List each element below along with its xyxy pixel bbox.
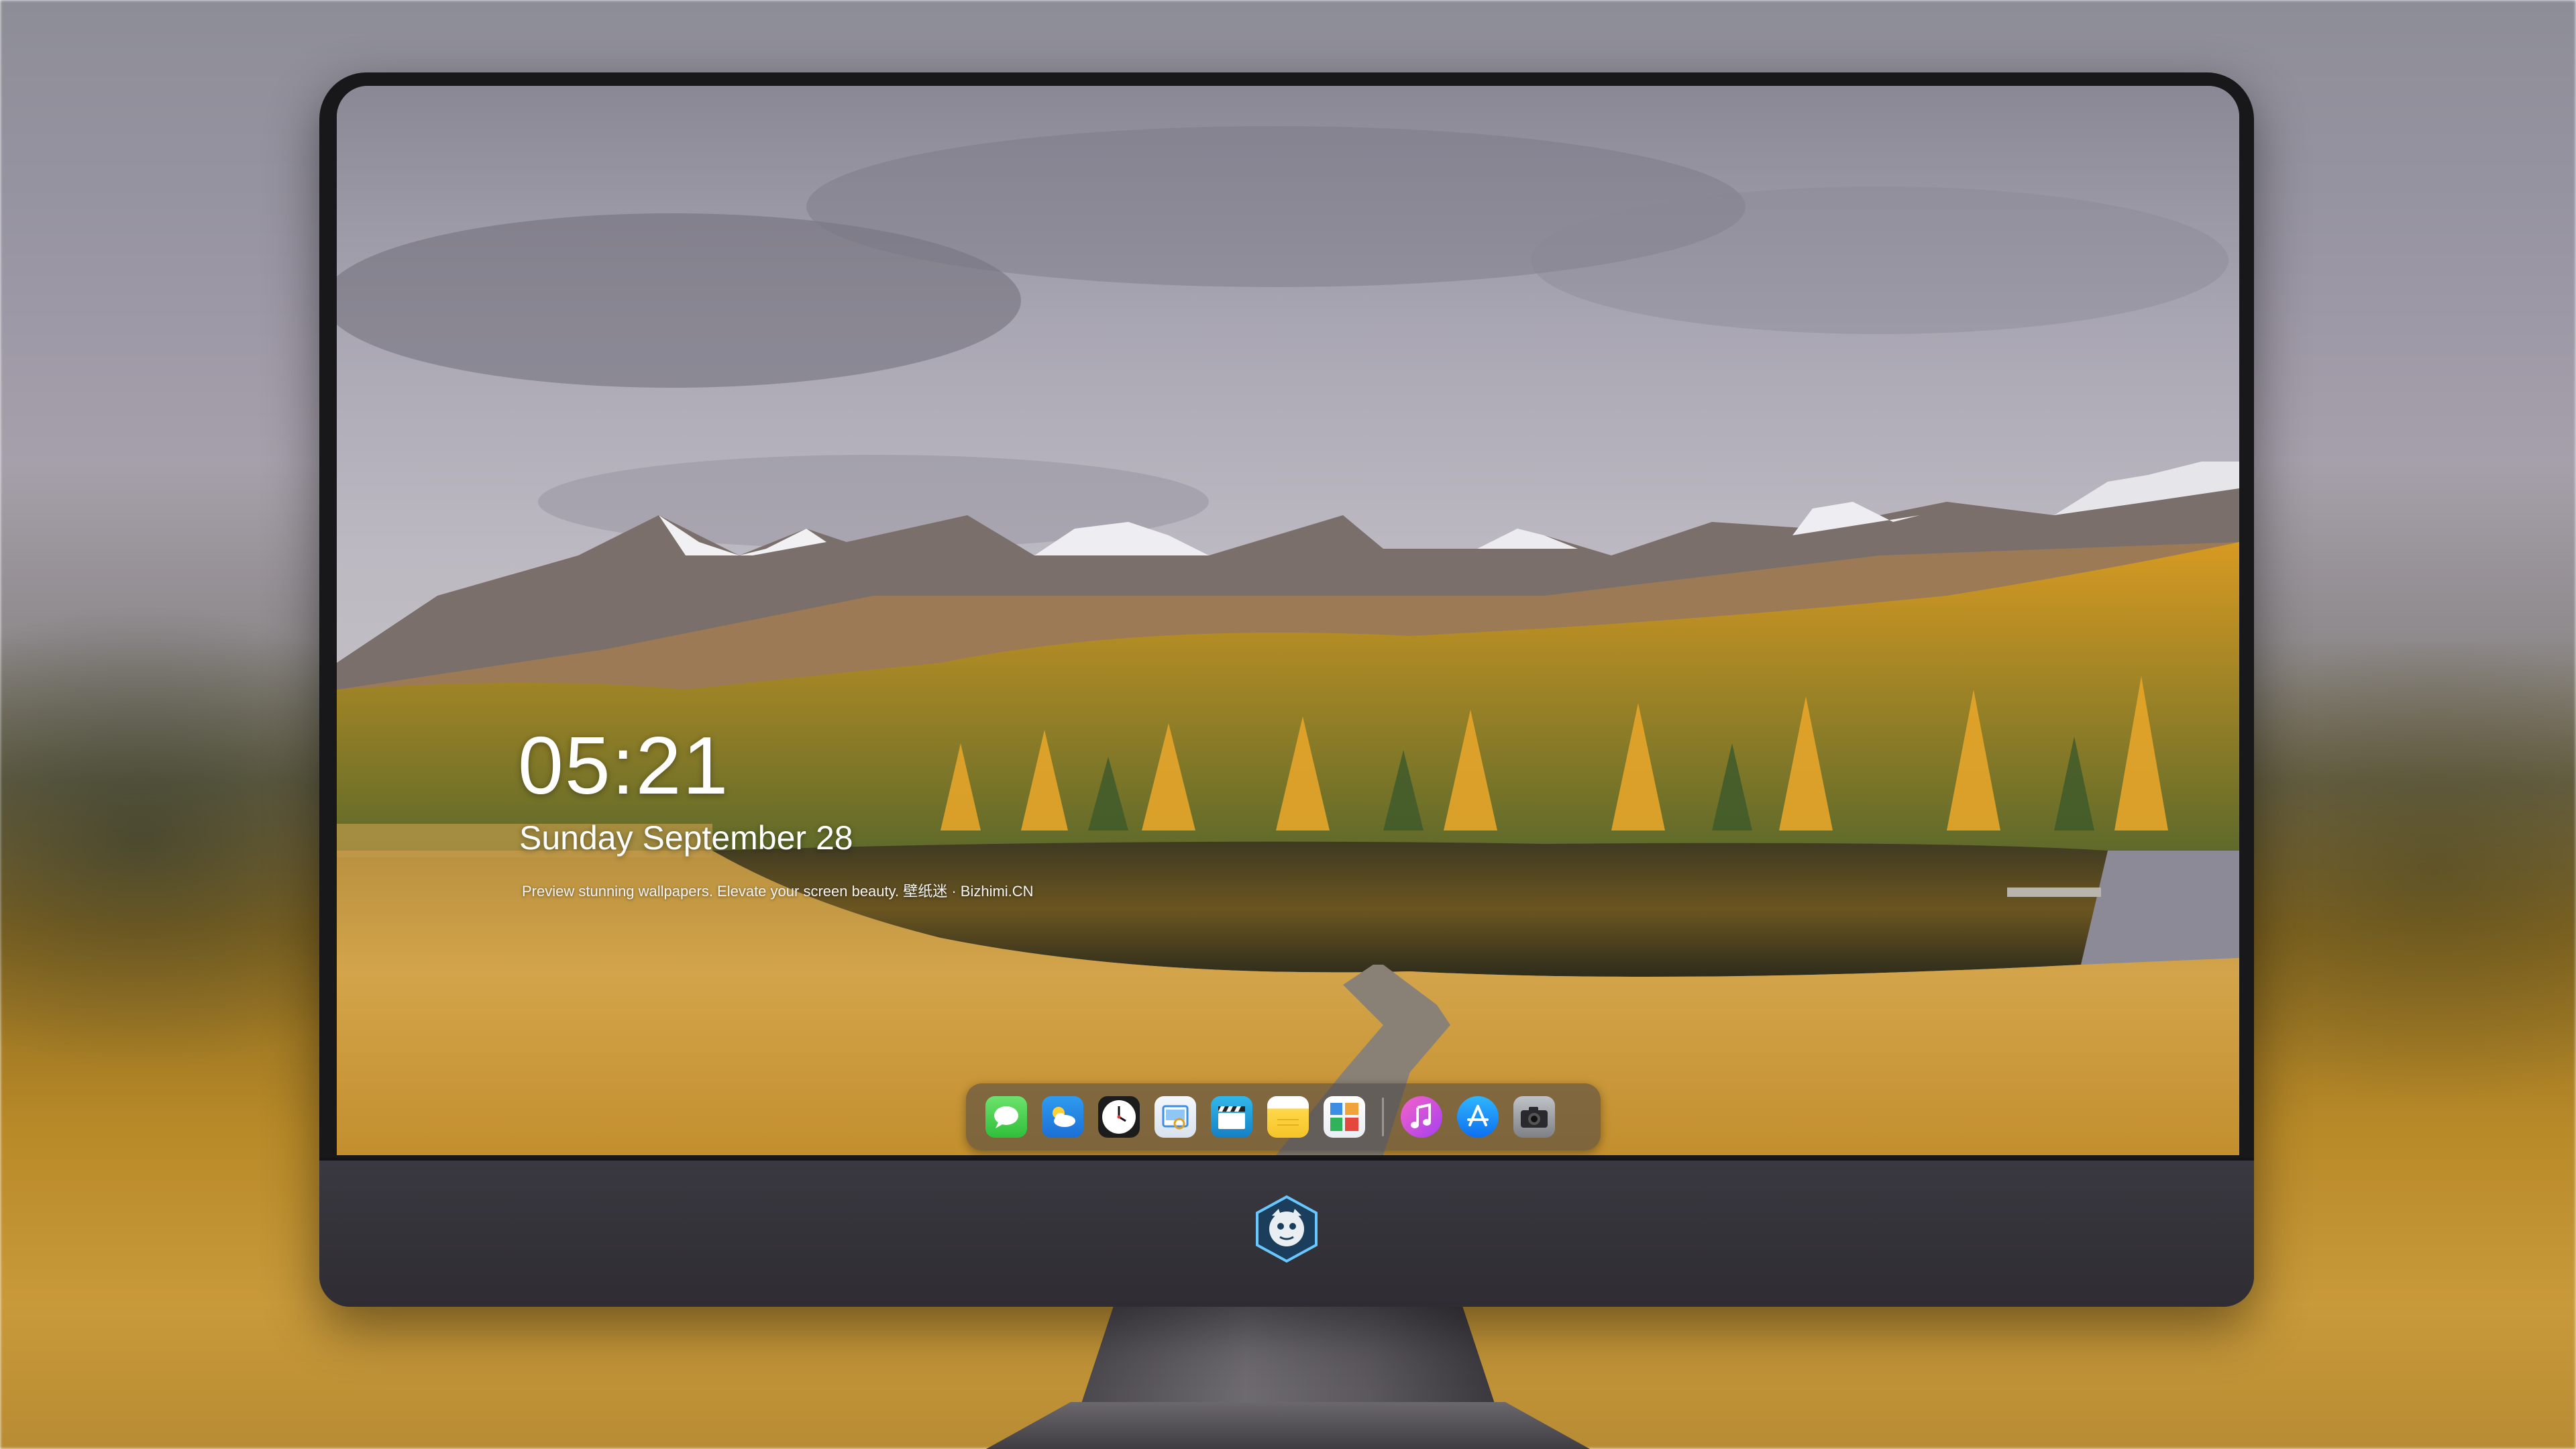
notes-icon (1277, 1119, 1299, 1126)
dock-app-camera[interactable] (1513, 1096, 1555, 1138)
lockscreen-date: Sunday September 28 (519, 819, 853, 857)
screen-lockscreen: 05:21 Sunday September 28 Preview stunni… (337, 86, 2239, 1155)
lockscreen-tagline: Preview stunning wallpapers. Elevate you… (522, 883, 1034, 900)
preview-icon (1162, 1105, 1189, 1130)
dock-app-weather[interactable] (1042, 1096, 1083, 1138)
camera-icon (1521, 1107, 1548, 1128)
dock (966, 1083, 1601, 1150)
cloud-sun-icon (1053, 1107, 1075, 1127)
monitor-stand-neck (1080, 1307, 1496, 1407)
wallpaper-landscape (337, 86, 2239, 1155)
dock-app-notes[interactable] (1267, 1096, 1309, 1138)
music-note-icon (1411, 1103, 1431, 1128)
dock-app-clock[interactable] (1098, 1096, 1140, 1138)
dock-separator (1382, 1097, 1384, 1136)
dock-app-app-store[interactable] (1457, 1096, 1499, 1138)
lockscreen-time: 05:21 (518, 720, 730, 811)
dock-app-messages[interactable] (985, 1096, 1027, 1138)
gallery-icon (1330, 1103, 1358, 1131)
brand-logo-icon (1252, 1194, 1322, 1264)
dock-app-clips[interactable] (1211, 1096, 1252, 1138)
chat-bubble-icon (994, 1106, 1018, 1128)
clock-icon (1102, 1100, 1136, 1134)
dock-app-preview[interactable] (1155, 1096, 1196, 1138)
dock-app-music[interactable] (1401, 1096, 1442, 1138)
dock-app-gallery[interactable] (1324, 1096, 1365, 1138)
monitor-chin (319, 1158, 2254, 1307)
app-store-icon (1467, 1105, 1489, 1126)
monitor-stand-base (986, 1402, 1590, 1449)
clapperboard-icon (1218, 1106, 1245, 1129)
